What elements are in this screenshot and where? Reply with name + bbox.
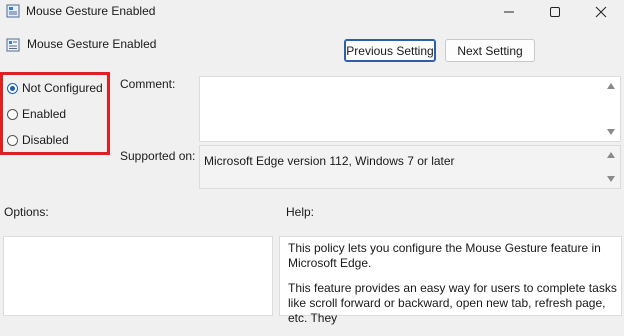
- help-paragraph: This policy lets you configure the Mouse…: [288, 241, 601, 270]
- scroll-up-icon[interactable]: [607, 83, 615, 89]
- scroll-down-icon[interactable]: [607, 129, 615, 135]
- help-text: This policy lets you configure the Mouse…: [288, 241, 624, 336]
- radio-label: Not Configured: [22, 81, 103, 95]
- scroll-down-icon[interactable]: [607, 176, 615, 182]
- radio-not-configured[interactable]: Not Configured: [7, 81, 103, 95]
- minimize-button[interactable]: [486, 0, 532, 24]
- help-panel: This policy lets you configure the Mouse…: [279, 236, 622, 325]
- policy-name: Mouse Gesture Enabled: [27, 37, 157, 51]
- close-button[interactable]: [578, 0, 624, 24]
- comment-label: Comment:: [120, 77, 176, 91]
- radio-label: Enabled: [22, 107, 67, 121]
- scroll-up-icon[interactable]: [607, 152, 615, 158]
- comment-textarea[interactable]: [199, 76, 621, 142]
- radio-label: Disabled: [22, 133, 69, 147]
- radio-unchecked-icon: [7, 134, 18, 146]
- policy-app-icon: [6, 4, 20, 18]
- close-icon: [595, 6, 607, 18]
- supported-on-label: Supported on:: [120, 149, 196, 163]
- help-label: Help:: [286, 205, 315, 219]
- maximize-icon: [550, 7, 560, 17]
- window-title: Mouse Gesture Enabled: [26, 4, 156, 18]
- previous-setting-button[interactable]: Previous Setting: [344, 39, 436, 62]
- radio-enabled[interactable]: Enabled: [7, 107, 66, 121]
- options-label: Options:: [4, 205, 49, 219]
- radio-disabled[interactable]: Disabled: [7, 133, 69, 147]
- options-panel: [3, 236, 273, 316]
- help-paragraph: This feature provides an easy way for us…: [288, 281, 617, 325]
- supported-on-box: Microsoft Edge version 112, Windows 7 or…: [199, 145, 621, 189]
- radio-checked-icon: [7, 82, 18, 94]
- supported-on-value: Microsoft Edge version 112, Windows 7 or…: [204, 154, 455, 168]
- policy-setting-icon: [6, 38, 20, 52]
- radio-unchecked-icon: [7, 108, 18, 120]
- next-setting-button[interactable]: Next Setting: [445, 39, 535, 62]
- minimize-icon: [504, 11, 514, 13]
- maximize-button[interactable]: [532, 0, 578, 24]
